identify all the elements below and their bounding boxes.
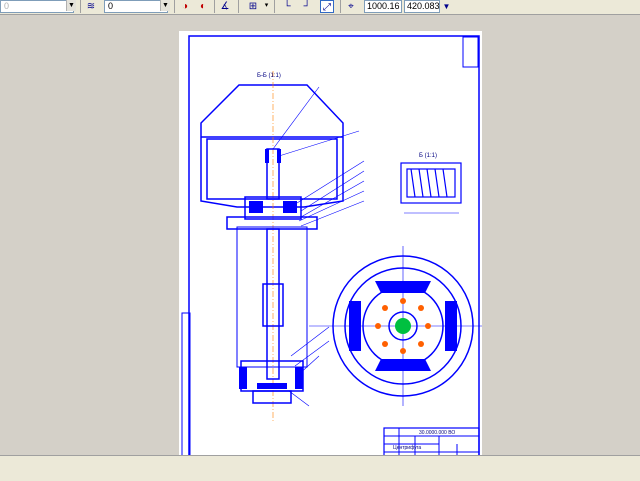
title-code: 30.0000.000 ВО — [419, 430, 455, 436]
ortho-icon[interactable]: └ — [280, 0, 294, 13]
color-combo[interactable]: 0 — [0, 0, 74, 13]
layer-combo-value: 0 — [108, 1, 114, 11]
toolbar-separator — [214, 0, 215, 13]
stamp-corner — [462, 36, 479, 68]
toolbar-separator — [274, 0, 275, 13]
drawing-toolbar: 0 ▼ ≋ 0 ▼ ◑ ◐ ∡ ⊞ ▾ └ ┘ ⤢ ⌖ 1000.16 420.… — [0, 0, 640, 15]
grid-icon[interactable]: ⊞ — [246, 0, 260, 13]
toolbar-separator — [340, 0, 341, 13]
dome-cover — [200, 84, 344, 208]
coord-menu-arrow[interactable]: ▼ — [442, 0, 451, 13]
drawing-sheet[interactable]: Б-Б (1:1) Б (1:1) 30.0000.000 ВО Центриф… — [179, 31, 497, 464]
layer-combo[interactable]: 0 — [104, 0, 168, 13]
coord-y-value: 420.083 — [407, 1, 440, 11]
toolbar-separator — [238, 0, 239, 13]
coord-x-field[interactable]: 1000.16 — [364, 0, 402, 13]
coord-x-value: 1000.16 — [367, 1, 400, 11]
coord-y-field[interactable]: 420.083 — [404, 0, 440, 13]
drawing-frame — [188, 35, 480, 460]
color-dropdown-arrow[interactable]: ▼ — [66, 0, 76, 11]
cursor-xy-icon[interactable]: ⌖ — [344, 0, 358, 13]
layers-icon[interactable]: ≋ — [84, 0, 98, 13]
section-label: Б-Б (1:1) — [257, 73, 281, 79]
leader-lines — [272, 86, 365, 407]
magnet-icon[interactable]: ◑ — [178, 0, 192, 13]
grid-dropdown-arrow[interactable]: ▾ — [262, 0, 271, 11]
local-cs-icon[interactable]: ┘ — [300, 0, 314, 13]
color-combo-value: 0 — [4, 1, 10, 11]
shaft-hatching — [239, 149, 303, 389]
round-mode-icon[interactable]: ⤢ — [320, 0, 334, 13]
drawing-canvas: Б-Б (1:1) Б (1:1) 30.0000.000 ВО Центриф… — [181, 35, 497, 460]
angle-icon[interactable]: ∡ — [218, 0, 232, 13]
shaft-assembly — [226, 148, 318, 404]
title-name: Центрифуга — [393, 445, 421, 451]
detail-view — [400, 162, 462, 214]
toolbar-separator — [174, 0, 175, 13]
status-bar — [0, 455, 640, 481]
layer-dropdown-arrow[interactable]: ▼ — [160, 0, 170, 11]
snap-icon[interactable]: ◐ — [196, 0, 210, 13]
drawing-workspace[interactable]: Б-Б (1:1) Б (1:1) 30.0000.000 ВО Центриф… — [0, 15, 640, 464]
toolbar-separator — [80, 0, 81, 13]
view-label: Б (1:1) — [419, 153, 437, 159]
